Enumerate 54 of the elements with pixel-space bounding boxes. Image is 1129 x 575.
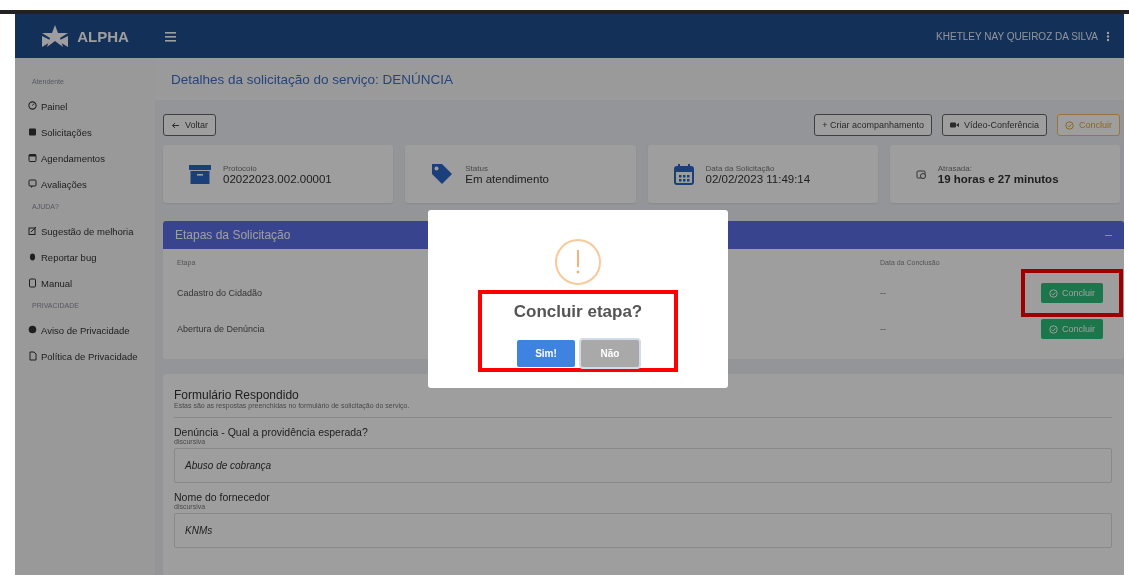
answer-field: Abuso de cobrança (174, 448, 1112, 483)
warning-icon (554, 238, 602, 286)
sidebar-item[interactable]: Painel (28, 95, 155, 117)
action-button[interactable]: + Criar acompanhamento (814, 114, 932, 136)
check-circle-icon (1065, 120, 1074, 130)
card-label: Atrasada: (937, 163, 973, 173)
question-label: Denúncia - Qual a providência esperada? (174, 426, 369, 438)
step-name: Abertura de Denúncia (177, 324, 265, 334)
panel-title: Etapas da Solicitação (175, 228, 291, 242)
calendar-icon (673, 163, 694, 185)
sidebar-item[interactable]: Sugestão de melhoria (28, 220, 155, 242)
document-icon (28, 351, 37, 361)
card-value: 19 horas e 27 minutos (937, 172, 1059, 185)
dialog-title: Concluir etapa? (513, 302, 643, 322)
form-title: Formulário Respondido (174, 388, 300, 402)
action-button[interactable]: Vídeo-Conferência (941, 114, 1047, 136)
card-label: Data da Solicitação (705, 163, 776, 173)
menu-icon[interactable] (165, 30, 176, 42)
step-date: -- (880, 288, 887, 298)
more-options-icon[interactable] (1106, 30, 1110, 42)
back-arrow-icon (171, 120, 180, 130)
card-label: Protocolo (223, 163, 258, 173)
sidebar-item[interactable]: Avaliações (28, 173, 155, 195)
step-name: Cadastro do Cidadão (177, 288, 263, 298)
step-date: -- (880, 324, 887, 334)
chat-icon (28, 179, 37, 189)
archive-icon (189, 163, 211, 185)
calendar-icon (28, 153, 37, 163)
calendar-clock-icon (915, 169, 926, 179)
answer-field: KNMs (174, 513, 1112, 548)
confirm-button[interactable]: Sim! (517, 340, 575, 367)
back-button[interactable]: Voltar (163, 114, 216, 136)
card-value: 02/02/2023 11:49:14 (705, 172, 811, 185)
sidebar-item[interactable]: Aviso de Privacidade (28, 319, 155, 341)
user-name[interactable]: KHETLEY NAY QUEIROZ DA SILVA (936, 30, 1098, 42)
check-circle-icon (1049, 324, 1058, 334)
edit-icon (28, 226, 37, 236)
gauge-icon (28, 101, 37, 111)
sidebar-item[interactable]: Reportar bug (28, 246, 155, 268)
camera-icon (949, 121, 959, 129)
sidebar-item[interactable]: Manual (28, 272, 155, 294)
page-title: Detalhes da solicitação do serviço: DENÚNCIA (171, 71, 454, 87)
check-circle-icon (1049, 288, 1058, 298)
sidebar-item[interactable]: Solicitações (28, 121, 155, 143)
book-icon (28, 278, 37, 288)
sidebar-item[interactable]: Agendamentos (28, 147, 155, 169)
sidebar-item[interactable]: Política de Privacidade (28, 345, 155, 367)
card-value: Em atendimento (465, 172, 549, 185)
card-label: Status (465, 163, 489, 173)
tag-icon (431, 163, 454, 185)
question-label: Nome do fornecedor (174, 491, 271, 503)
card-value: 02022023.002.00001 (223, 172, 332, 185)
star-logo-icon (41, 24, 70, 48)
brand-name: ALPHA (77, 27, 129, 45)
